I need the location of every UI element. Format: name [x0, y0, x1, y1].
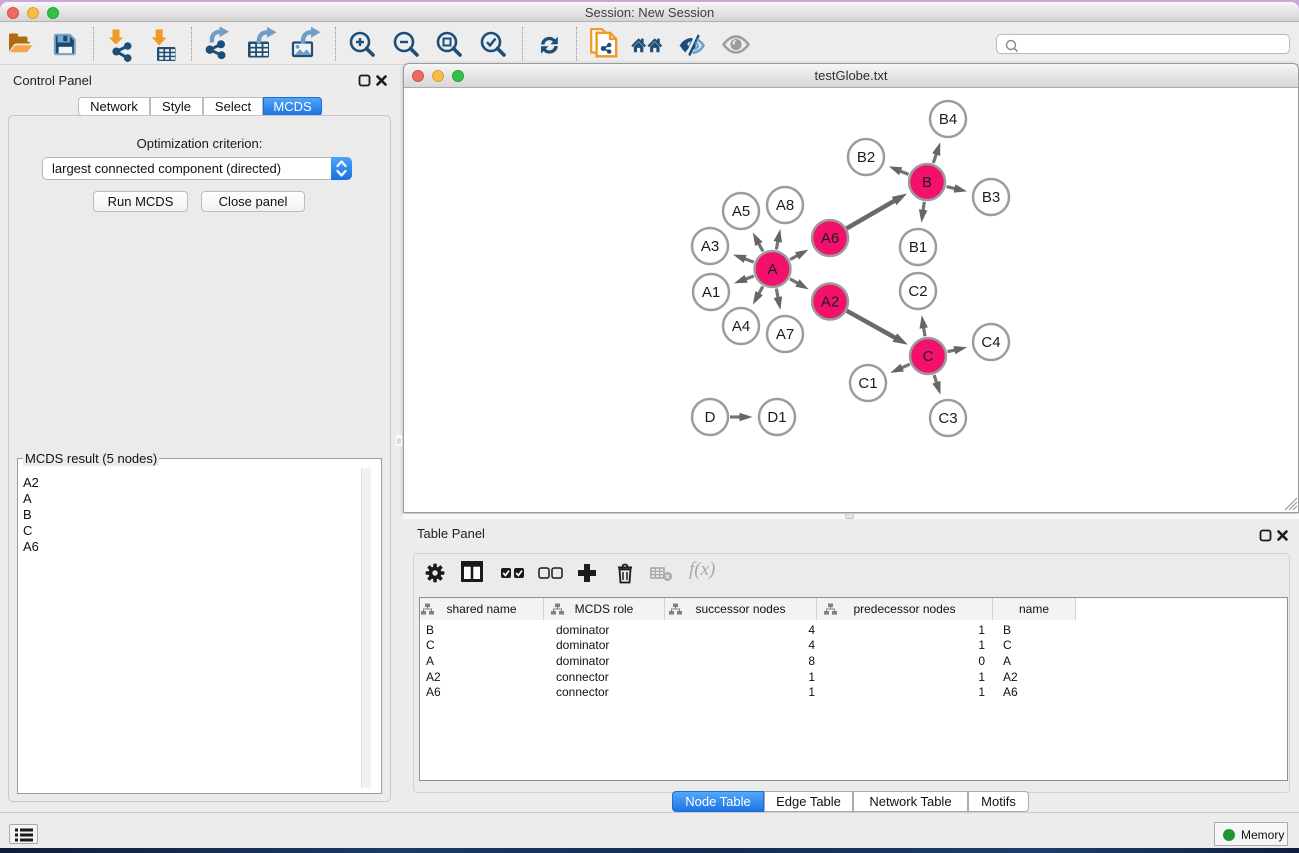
- svg-text:C3: C3: [938, 410, 957, 427]
- svg-text:B2: B2: [857, 149, 875, 166]
- svg-text:A7: A7: [776, 326, 794, 343]
- svg-text:A3: A3: [701, 238, 719, 255]
- svg-text:C4: C4: [981, 334, 1000, 351]
- svg-text:B1: B1: [909, 239, 927, 256]
- svg-text:A6: A6: [821, 230, 839, 247]
- svg-text:A: A: [767, 261, 777, 278]
- svg-text:A8: A8: [776, 197, 794, 214]
- svg-text:A2: A2: [821, 294, 839, 311]
- svg-text:B4: B4: [939, 111, 957, 128]
- svg-text:A5: A5: [732, 203, 750, 220]
- svg-text:D: D: [705, 409, 716, 426]
- svg-text:C: C: [923, 348, 934, 365]
- svg-text:B: B: [922, 174, 932, 191]
- svg-text:B3: B3: [982, 189, 1000, 206]
- svg-text:C2: C2: [908, 283, 927, 300]
- svg-text:A4: A4: [732, 318, 750, 335]
- svg-text:D1: D1: [767, 409, 786, 426]
- svg-text:C1: C1: [858, 375, 877, 392]
- svg-text:A1: A1: [702, 284, 720, 301]
